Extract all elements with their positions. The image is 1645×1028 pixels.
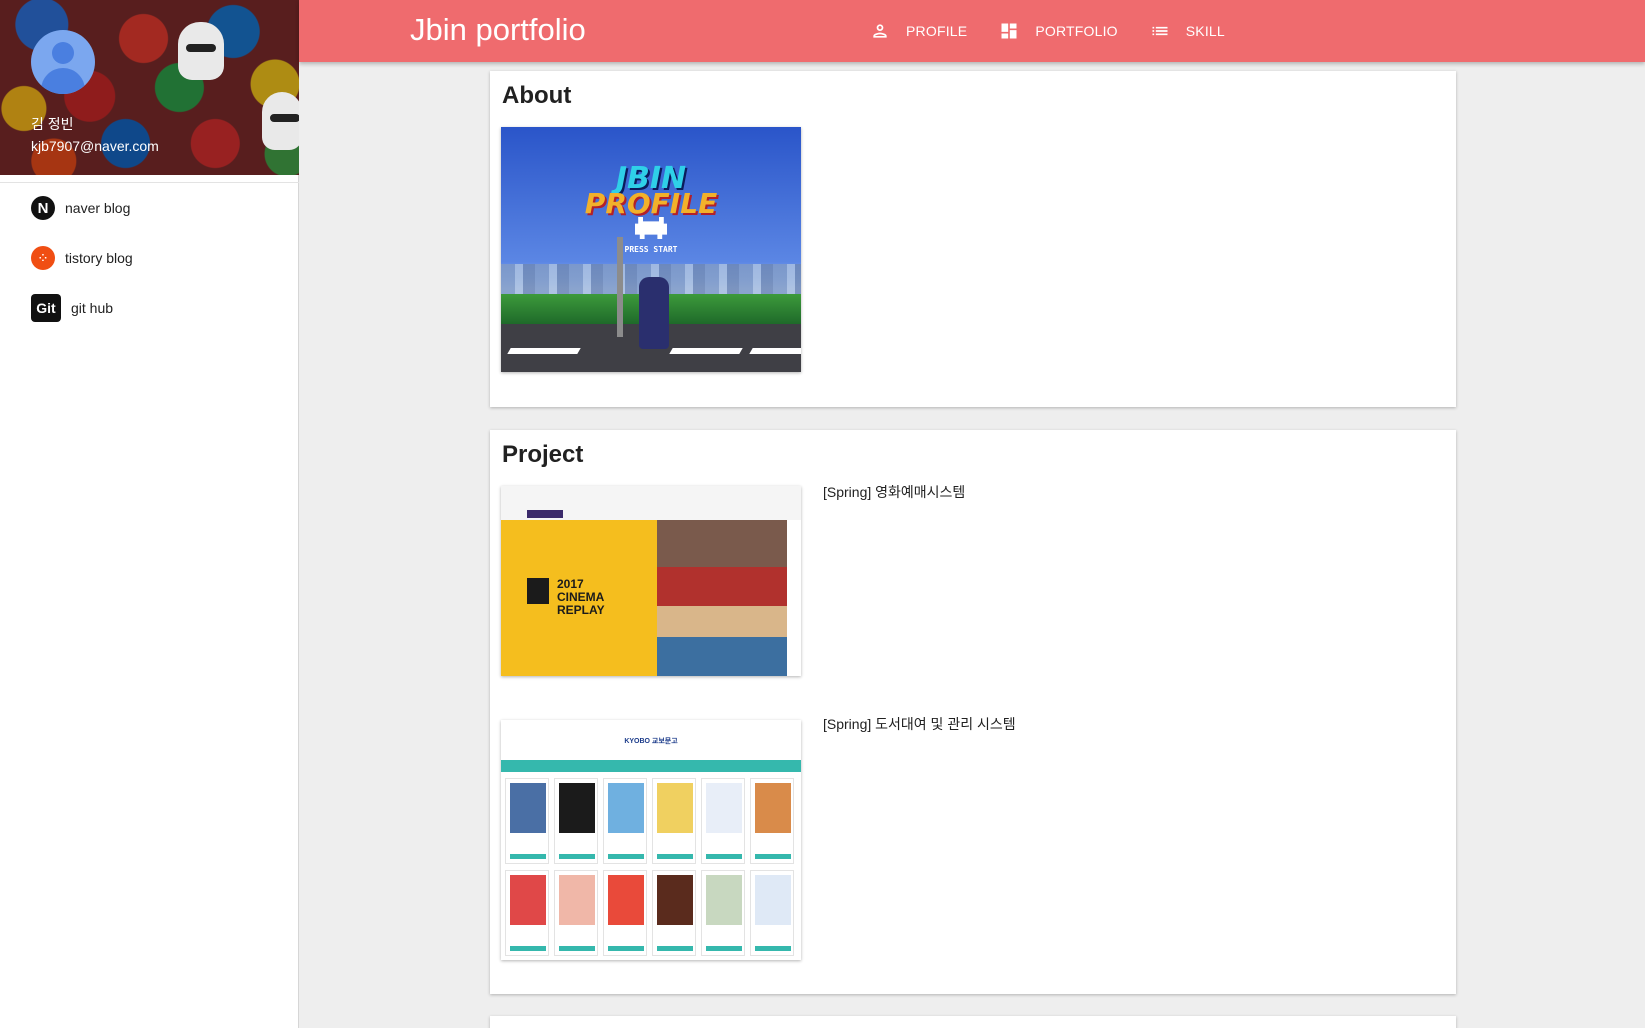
next-card [490, 1016, 1456, 1028]
app-bar: Jbin portfolio PROFILE PORTFOLIO SKILL [299, 0, 1645, 62]
sidebar: 김 정빈 kjb7907@naver.com N naver blog ⁘ ti… [0, 0, 299, 1028]
project-title: Project [502, 441, 584, 468]
sidebar-links: N naver blog ⁘ tistory blog Git git hub [0, 182, 299, 333]
top-nav: PROFILE PORTFOLIO SKILL [870, 0, 1257, 62]
about-image[interactable]: JBIN PROFILE PRESS START [501, 127, 801, 372]
project-image-cinema[interactable]: 2017 CINEMA REPLAY [501, 486, 801, 676]
sidebar-item-naver-blog[interactable]: N naver blog [0, 183, 299, 233]
tistory-icon: ⁘ [31, 246, 55, 270]
sidebar-item-tistory-blog[interactable]: ⁘ tistory blog [0, 233, 299, 283]
robot-character [639, 277, 669, 349]
project-link-library[interactable]: [Spring] 도서대여 및 관리 시스템 [823, 714, 1016, 734]
about-card: About JBIN PROFILE PRESS START [490, 71, 1456, 407]
list-icon [1152, 26, 1168, 36]
movie-stills [657, 520, 787, 676]
nav-portfolio[interactable]: PORTFOLIO [999, 21, 1118, 41]
nav-skill[interactable]: SKILL [1150, 21, 1225, 41]
cinema-replay-text: 2017 CINEMA REPLAY [557, 577, 605, 617]
kyobo-logo: KYOBO 교보문고 [624, 738, 678, 745]
game-logo-line2: PROFILE [584, 187, 718, 220]
avatar[interactable] [31, 30, 95, 94]
user-name: 김 정빈 [31, 116, 74, 132]
nav-skill-label: SKILL [1185, 23, 1225, 39]
nav-profile[interactable]: PROFILE [870, 21, 967, 41]
nav-portfolio-label: PORTFOLIO [1035, 23, 1118, 39]
space-invader-icon [635, 217, 667, 239]
person-icon [873, 24, 887, 38]
dashboard-icon [1001, 23, 1017, 39]
sidebar-item-label: git hub [71, 300, 114, 316]
project-link-cinema[interactable]: [Spring] 영화예매시스템 [823, 482, 965, 502]
stormtrooper-figure [178, 22, 224, 80]
naver-icon: N [31, 196, 55, 220]
sidebar-item-label: naver blog [65, 200, 131, 216]
sidebar-item-github[interactable]: Git git hub [0, 283, 299, 333]
megabox-logo [527, 510, 563, 518]
nav-profile-label: PROFILE [906, 23, 968, 39]
stormtrooper-figure [262, 92, 299, 150]
project-card: Project 2017 CINEMA REPLAY [Spring] 영화예매… [490, 430, 1456, 994]
press-start-text: PRESS START [624, 245, 678, 254]
user-email: kjb7907@naver.com [31, 138, 159, 154]
sidebar-item-label: tistory blog [65, 250, 133, 266]
app-title[interactable]: Jbin portfolio [410, 12, 586, 48]
github-icon: Git [31, 294, 61, 322]
project-image-library[interactable]: KYOBO 교보문고 [501, 720, 801, 960]
sidebar-header-background: 김 정빈 kjb7907@naver.com [0, 0, 299, 175]
about-title: About [502, 82, 572, 109]
